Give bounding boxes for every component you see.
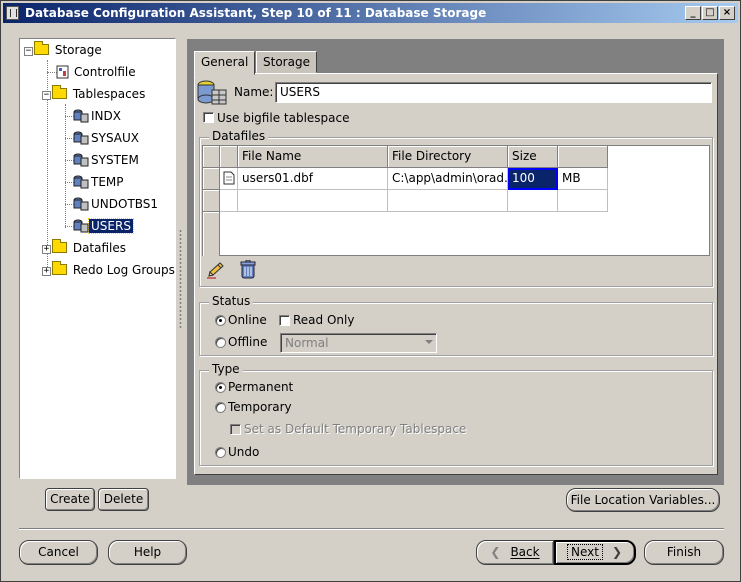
tree-node-tablespace-users[interactable]: USERS [73,217,134,235]
table-icon-col-header [220,146,238,168]
online-radio[interactable] [215,315,226,326]
chevron-left-icon: ❮ [490,545,501,559]
tablespace-icon [73,219,89,233]
expand-icon[interactable]: + [42,267,51,276]
tree-node-tablespace-indx[interactable]: INDX [73,107,123,125]
bigfile-label: Use bigfile tablespace [217,111,350,125]
tablespace-icon [73,131,89,145]
row-header-filler [203,212,220,256]
read-only-checkbox[interactable] [279,315,290,326]
status-group-title: Status [209,294,254,308]
name-label: Name: [234,85,274,99]
permanent-radio[interactable] [215,382,226,393]
undo-radio[interactable] [215,447,226,458]
folder-icon [52,261,67,275]
default-temp-checkbox[interactable] [230,424,241,435]
storage-tree[interactable]: − Storage Controlfile − Tablespaces INDX… [19,38,176,479]
collapse-icon[interactable]: − [42,91,51,100]
row-header[interactable] [203,190,220,212]
tree-node-tablespace-system[interactable]: SYSTEM [73,151,141,169]
tree-node-redo-log-groups[interactable]: + Redo Log Groups [42,261,177,279]
col-header-file-directory[interactable]: File Directory [388,146,508,168]
close-button[interactable]: × [719,6,735,20]
tablespace-name-input[interactable]: USERS [275,82,712,103]
offline-mode-value: Normal [285,336,329,350]
offline-mode-select[interactable]: Normal [280,333,437,353]
tablespace-icon-large [196,78,230,111]
trash-icon[interactable] [239,259,257,282]
window-title: Database Configuration Assistant, Step 1… [25,6,487,20]
cell-file-name-empty[interactable] [238,190,388,212]
cancel-button[interactable]: Cancel [19,540,98,565]
cell-file-directory-empty[interactable] [388,190,508,212]
col-header-unit[interactable] [558,146,608,168]
tree-line [65,104,66,228]
temporary-label: Temporary [228,400,292,414]
finish-button[interactable]: Finish [644,540,724,565]
tree-node-datafiles[interactable]: + Datafiles [42,239,128,257]
table-row [220,168,238,190]
online-label: Online [228,313,267,327]
col-header-file-name[interactable]: File Name [238,146,388,168]
status-group [199,302,713,356]
tablespace-icon [73,175,89,189]
tablespace-icon [73,153,89,167]
pencil-icon[interactable] [206,261,226,282]
offline-label: Offline [228,335,268,349]
app-icon [6,6,19,20]
tree-node-tablespace-temp[interactable]: TEMP [73,173,126,191]
temporary-radio[interactable] [215,402,226,413]
tree-node-storage[interactable]: − Storage [24,41,104,59]
offline-radio[interactable] [215,337,226,348]
tab-general[interactable]: General [194,51,256,75]
expand-icon[interactable]: + [42,245,51,254]
read-only-label: Read Only [293,313,355,327]
cell-size-empty[interactable] [508,190,558,212]
type-group-title: Type [209,362,243,376]
undo-label: Undo [228,445,260,459]
tablespace-icon [73,109,89,123]
maximize-button[interactable]: □ [702,6,718,20]
bigfile-checkbox[interactable] [203,112,214,123]
chevron-down-icon [425,340,433,344]
tab-storage[interactable]: Storage [256,51,317,73]
title-bar[interactable]: Database Configuration Assistant, Step 1… [3,3,738,23]
cell-unit-empty[interactable] [558,190,608,212]
tree-node-tablespace-sysaux[interactable]: SYSAUX [73,129,141,147]
chevron-right-icon: ❯ [611,545,623,559]
folder-icon [52,85,67,99]
datafile-icon [223,171,235,185]
create-button[interactable]: Create [45,488,95,511]
row-header[interactable] [203,168,220,190]
back-button[interactable]: ❮ Back [476,540,554,565]
tree-node-tablespaces[interactable]: − Tablespaces [42,85,147,103]
tree-node-tablespace-undotbs1[interactable]: UNDOTBS1 [73,195,160,213]
controlfile-icon [56,65,72,79]
file-location-variables-button[interactable]: File Location Variables... [566,488,720,512]
default-temp-label: Set as Default Temporary Tablespace [244,422,467,436]
col-header-size[interactable]: Size [508,146,558,168]
next-button[interactable]: Next ❯ [554,540,636,565]
cell-size[interactable]: 100 [508,168,558,190]
cell-unit[interactable]: MB [558,168,608,190]
delete-button[interactable]: Delete [98,488,149,511]
table-corner [203,146,220,168]
table-row [220,190,238,212]
datafiles-table[interactable]: File Name File Directory Size users01.db… [202,145,710,256]
cell-file-directory[interactable]: C:\app\admin\orad... [388,168,508,190]
splitter-handle[interactable] [179,229,182,329]
dbca-window: Database Configuration Assistant, Step 1… [0,0,741,582]
tree-node-controlfile[interactable]: Controlfile [56,63,138,81]
permanent-label: Permanent [228,380,294,394]
tablespace-icon [73,197,89,211]
help-button[interactable]: Help [108,540,187,565]
datafiles-group-title: Datafiles [209,129,269,143]
folder-icon [34,41,49,55]
cell-file-name[interactable]: users01.dbf [238,168,388,190]
folder-icon [52,239,67,253]
footer-separator [19,528,724,530]
minimize-button[interactable]: _ [685,6,701,20]
collapse-icon[interactable]: − [24,47,33,56]
